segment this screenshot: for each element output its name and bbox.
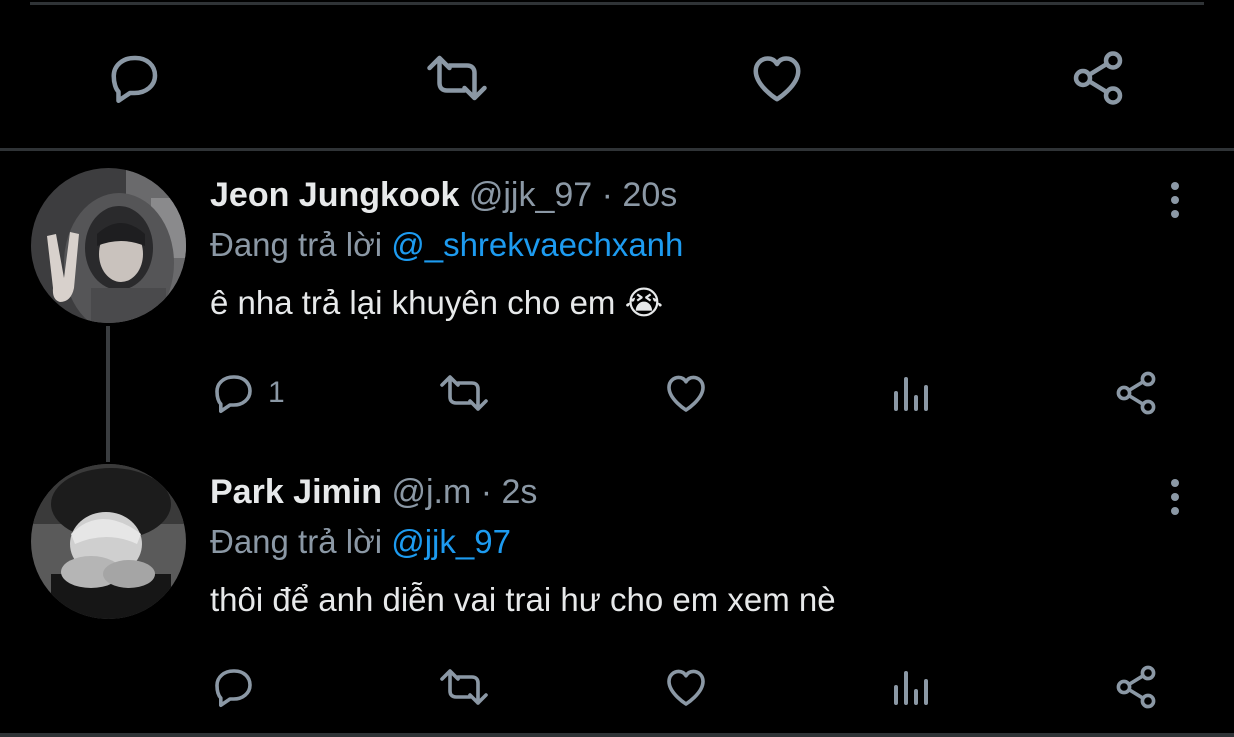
- thread-connector: [106, 326, 110, 462]
- avatar-photo-jungkook: [31, 168, 186, 323]
- separator-dot: ·: [480, 473, 493, 511]
- like-icon: [753, 56, 801, 102]
- reply-button[interactable]: 1: [210, 368, 285, 418]
- timestamp[interactable]: 20s: [622, 176, 677, 214]
- tweet-actions: [210, 662, 1190, 712]
- main-tweet-actions: [0, 38, 1234, 118]
- separator-dot: ·: [601, 176, 613, 214]
- avatar[interactable]: [31, 168, 186, 323]
- reply-icon: [215, 669, 252, 707]
- replying-to: Đang trả lời @jjk_97: [210, 522, 1190, 562]
- mention-link[interactable]: @_shrekvaechxanh: [391, 226, 683, 263]
- retweet-icon: [440, 669, 488, 705]
- retweet-button[interactable]: [436, 368, 492, 418]
- tweet-header: Park Jimin @j.m · 2s: [210, 472, 1190, 512]
- reply-tweet[interactable]: Jeon Jungkook @jjk_97 · 20s Đang trả lời…: [210, 175, 1190, 415]
- share-button[interactable]: [1058, 38, 1138, 118]
- top-divider: [30, 2, 1204, 5]
- retweet-icon: [427, 55, 487, 101]
- avatar[interactable]: [31, 464, 186, 619]
- like-button[interactable]: [662, 368, 710, 418]
- like-icon: [667, 669, 705, 706]
- timestamp[interactable]: 2s: [502, 473, 538, 511]
- share-button[interactable]: [1112, 368, 1160, 418]
- tweet-header: Jeon Jungkook @jjk_97 · 20s: [210, 175, 1190, 215]
- tweet-text: thôi để anh diễn vai trai hư cho em xem …: [210, 581, 836, 618]
- analytics-icon: [894, 671, 928, 705]
- section-divider: [0, 148, 1234, 151]
- analytics-button[interactable]: [886, 368, 934, 418]
- reply-tweet[interactable]: Park Jimin @j.m · 2s Đang trả lời @jjk_9…: [210, 472, 1190, 709]
- replying-to: Đang trả lời @_shrekvaechxanh: [210, 225, 1190, 265]
- avatar-photo-jimin: [31, 464, 186, 619]
- share-button[interactable]: [1112, 662, 1160, 712]
- tweet-text: ê nha trả lại khuyên cho em 😭: [210, 284, 664, 321]
- mention-link[interactable]: @jjk_97: [391, 523, 511, 560]
- like-button[interactable]: [662, 662, 710, 712]
- more-options-button[interactable]: [1160, 472, 1190, 522]
- reply-button[interactable]: [95, 38, 175, 118]
- more-options-button[interactable]: [1160, 175, 1190, 225]
- display-name[interactable]: Park Jimin: [210, 473, 382, 511]
- replying-to-label: Đang trả lời: [210, 226, 383, 263]
- display-name[interactable]: Jeon Jungkook: [210, 176, 459, 214]
- retweet-icon: [440, 375, 488, 411]
- reply-icon: [111, 55, 158, 103]
- reply-count: 1: [268, 376, 285, 409]
- bottom-divider: [0, 733, 1234, 737]
- user-handle[interactable]: @j.m: [391, 473, 471, 511]
- share-icon: [1116, 371, 1156, 415]
- analytics-button[interactable]: [886, 662, 934, 712]
- like-button[interactable]: [737, 38, 817, 118]
- share-icon: [1116, 665, 1156, 709]
- like-icon: [667, 375, 705, 412]
- reply-icon: [215, 375, 252, 413]
- tweet-actions: 1: [210, 368, 1190, 418]
- retweet-button[interactable]: [417, 38, 497, 118]
- user-handle[interactable]: @jjk_97: [469, 176, 592, 214]
- analytics-icon: [894, 377, 928, 411]
- replying-to-label: Đang trả lời: [210, 523, 383, 560]
- reply-button[interactable]: [210, 662, 268, 712]
- retweet-button[interactable]: [436, 662, 492, 712]
- share-icon: [1073, 51, 1123, 105]
